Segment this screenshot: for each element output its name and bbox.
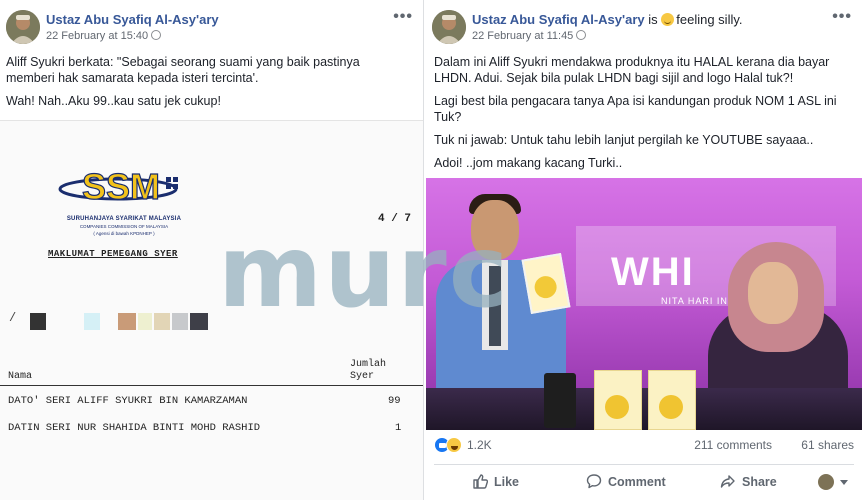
table-row-amount: 99 [388,395,401,407]
product-package [521,252,571,315]
chevron-down-icon[interactable] [840,480,848,485]
post-timestamp[interactable]: 22 February at 15:40 [46,30,162,42]
author-name[interactable]: Ustaz Abu Syafiq Al-Asy'ary [46,12,219,27]
product-box [648,370,696,430]
redaction-block [172,313,188,330]
post-header: Ustaz Abu Syafiq Al-Asy'ary is feeling s… [432,8,852,48]
video-still-image[interactable]: WHI NITA HARI INI [426,178,862,430]
redaction-block [30,313,46,330]
redaction-block [190,313,208,330]
haha-reaction-icon [446,437,462,453]
ssm-logo: SSM [58,165,178,208]
avatar[interactable] [432,10,466,44]
comment-icon [586,474,602,489]
post-paragraph: Aliff Syukri berkata: "Sebagai seorang s… [6,55,360,85]
globe-icon [576,30,587,40]
redaction-mark: / [9,311,17,325]
show-logo: WHI [611,250,695,294]
shaker-bottle [544,373,576,428]
column-header-amount-line2: Syer [350,371,375,382]
redaction-block [84,313,100,330]
post-header: Ustaz Abu Syafiq Al-Asy'ary 22 February … [6,8,413,48]
document-heading: MAKLUMAT PEMEGANG SYER [48,249,178,259]
globe-icon [151,30,162,40]
more-options-icon[interactable]: ••• [393,8,413,26]
page-number: 4 / 7 [378,213,412,225]
feeling-text: feeling silly. [676,12,743,27]
agency-note: ( Agensi di bawah KPDNHEP ) [93,231,155,236]
comment-label: Comment [608,475,666,489]
redaction-block [138,313,152,330]
post-text: Dalam ini Aliff Syukri mendakwa produkny… [434,54,856,178]
post-paragraph: Dalam ini Aliff Syukri mendakwa produkny… [434,55,830,85]
reaction-count: 1.2K [467,438,492,452]
feeling-verb: is [648,12,658,27]
column-header-name: Nama [8,371,33,382]
author-name[interactable]: Ustaz Abu Syafiq Al-Asy'ary is feeling s… [472,12,743,27]
column-header-amount: Jumlah Syer [350,359,386,383]
table-row-name: DATIN SERI NUR SHAHIDA BINTI MOHD RASHID [8,422,261,434]
like-button[interactable]: Like [472,473,519,489]
product-box [594,370,642,430]
post-text: Aliff Syukri berkata: "Sebagai seorang s… [6,54,411,116]
agency-name-en: COMPANIES COMMISSION OF MALAYSIA [79,224,169,229]
svg-text:SSM: SSM [82,166,160,207]
post-paragraph: Tuk ni jawab: Untuk tahu lebih lanjut pe… [434,133,814,147]
share-label: Share [742,475,777,489]
avatar[interactable] [6,10,40,44]
comment-button[interactable]: Comment [586,473,666,489]
screenshot: Ustaz Abu Syafiq Al-Asy'ary 22 February … [0,0,862,500]
right-post: Ustaz Abu Syafiq Al-Asy'ary is feeling s… [426,0,862,500]
host-tie [489,266,501,346]
shareholder-document-image[interactable]: SSM SURUHANJAYA SYARIKAT MALAYSIA COMPAN… [0,120,423,500]
table-divider [0,385,423,386]
actions-divider [434,464,854,465]
host-head [471,200,519,260]
post-actions-bar: Like Comment Share [426,466,862,498]
post-timestamp[interactable]: 22 February at 11:45 [472,30,587,42]
thumbs-up-icon [473,474,489,489]
shares-count[interactable]: 61 shares [801,438,854,452]
post-paragraph: Adoi! ..jom makang kacang Turki.. [434,156,623,170]
post-paragraph: Lagi best bila pengacara tanya Apa isi k… [434,94,837,124]
silly-face-icon [661,13,675,26]
co-host-face [748,262,798,324]
column-header-amount-line1: Jumlah [350,359,387,370]
share-button[interactable]: Share [720,473,777,489]
audience-avatar-icon[interactable] [818,474,834,490]
table-row-name: DATO' SERI ALIFF SYUKRI BIN KAMARZAMAN [8,395,248,407]
more-options-icon[interactable]: ••• [832,8,852,26]
like-label: Like [494,475,520,489]
studio-desk [426,388,862,430]
redaction-block [118,313,136,330]
redaction-block [154,313,170,330]
post-paragraph: Wah! Nah..Aku 99..kau satu jek cukup! [6,94,221,108]
table-row-amount: 1 [395,422,402,434]
left-post: Ustaz Abu Syafiq Al-Asy'ary 22 February … [0,0,424,500]
comments-count[interactable]: 211 comments [694,438,772,452]
agency-name: SURUHANJAYA SYARIKAT MALAYSIA [66,216,182,222]
share-icon [720,475,735,488]
show-tagline: NITA HARI INI [661,296,732,306]
